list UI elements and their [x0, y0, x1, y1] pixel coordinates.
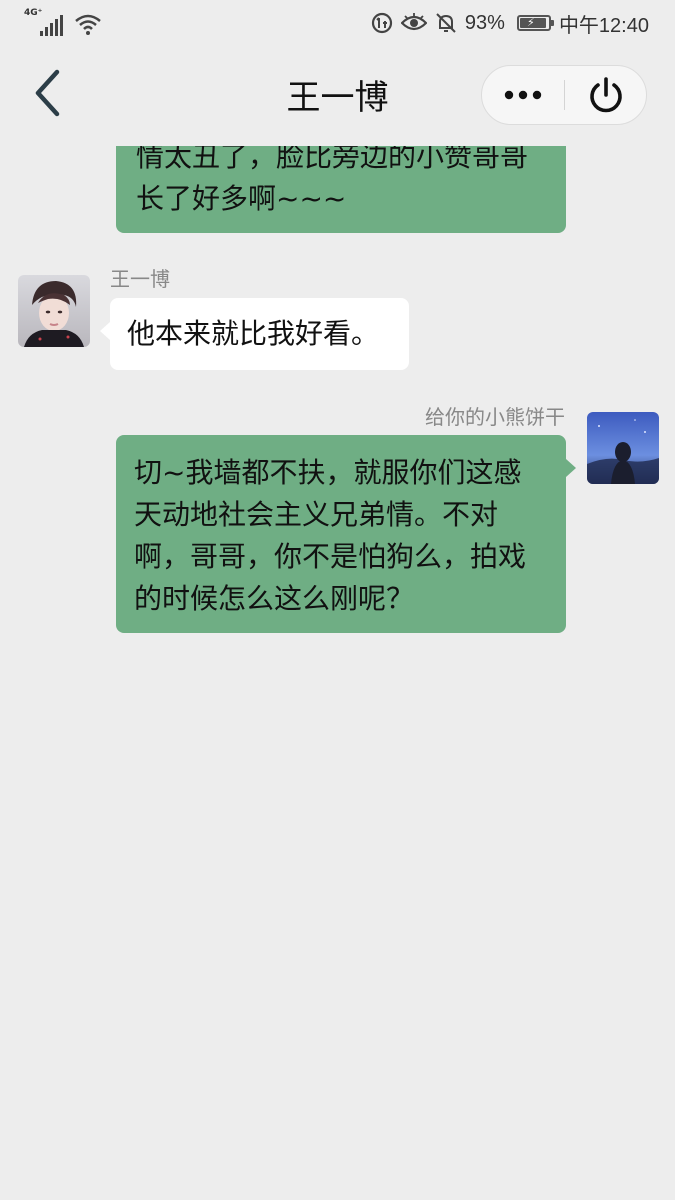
message-bubble-outgoing[interactable]: 切~我墙都不扶，就服你们这感天动地社会主义兄弟情。不对啊，哥哥，你不是怕狗么，拍…: [116, 435, 576, 633]
sender-name: 王一博: [110, 267, 170, 291]
miniprogram-capsule: [481, 65, 647, 125]
chat-area[interactable]: 情太丑了，脸比旁边的小赞哥哥长了好多啊~~~ 王一博 他本来就比我好看。 给你的…: [0, 0, 675, 1200]
message-text: 切~我墙都不扶，就服你们这感天动地社会主义兄弟情。不对啊，哥哥，你不是怕狗么，拍…: [134, 456, 527, 615]
more-dots-icon: [504, 90, 542, 100]
avatar-self[interactable]: [587, 412, 659, 484]
sender-name: 给你的小熊饼干: [425, 405, 565, 429]
nav-header: 王一博: [0, 46, 675, 146]
close-button[interactable]: [565, 66, 647, 124]
avatar-wangyibo[interactable]: [18, 275, 90, 347]
power-icon: [590, 77, 622, 113]
message-text: 他本来就比我好看。: [127, 317, 380, 350]
message-bubble-incoming[interactable]: 他本来就比我好看。: [100, 298, 409, 370]
message-text: 情太丑了，脸比旁边的小赞哥哥长了好多啊~~~: [136, 140, 529, 215]
more-button[interactable]: [482, 66, 564, 124]
